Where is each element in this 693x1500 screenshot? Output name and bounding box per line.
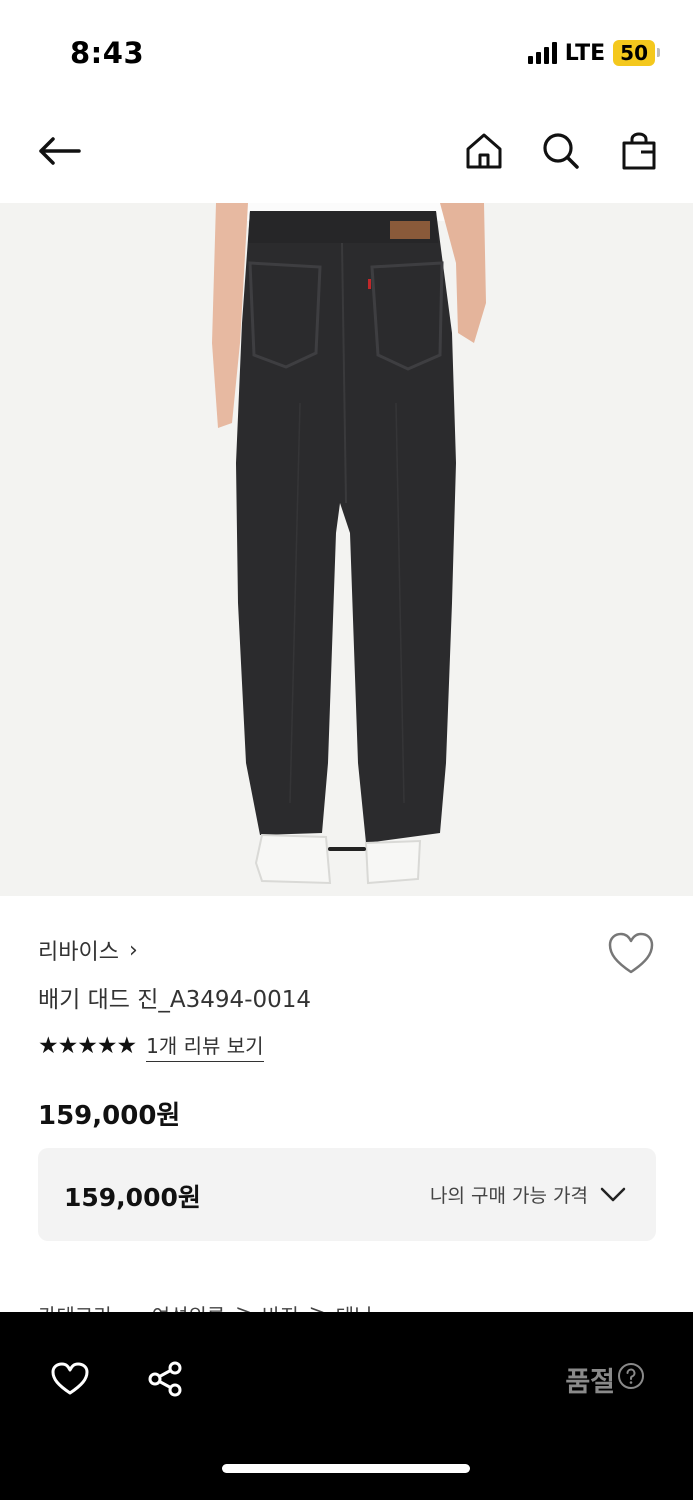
search-icon — [543, 133, 579, 169]
status-time: 8:43 — [70, 36, 145, 70]
bottom-action-bar: 품절 — [0, 1312, 693, 1500]
home-icon — [466, 133, 502, 169]
signal-icon — [527, 42, 557, 64]
home-indicator[interactable] — [222, 1464, 470, 1473]
brand-link[interactable]: 리바이스 › — [38, 934, 138, 966]
shopping-bag-icon — [622, 132, 656, 170]
soldout-label: 품절 — [565, 1367, 615, 1398]
chevron-right-icon: › — [128, 937, 138, 963]
question-circle-icon[interactable] — [617, 1362, 645, 1390]
share-button[interactable] — [140, 1354, 190, 1404]
top-nav-bar — [0, 100, 693, 203]
product-photo — [0, 203, 693, 896]
arrow-left-icon — [39, 137, 81, 165]
search-button[interactable] — [536, 126, 586, 176]
share-icon — [148, 1361, 182, 1397]
status-indicators: LTE 50 — [527, 40, 660, 66]
rating-row: ★★★★★ 1개 리뷰 보기 — [38, 1030, 264, 1062]
battery-icon: 50 — [613, 40, 660, 66]
my-price-dropdown[interactable]: 159,000원 나의 구매 가능 가격 — [38, 1148, 656, 1241]
network-type: LTE — [564, 40, 606, 66]
chevron-down-icon — [600, 1187, 626, 1201]
my-price-label: 나의 구매 가능 가격 — [430, 1185, 588, 1207]
product-price: 159,000원 — [38, 1101, 181, 1131]
wishlist-button[interactable] — [606, 930, 656, 980]
product-image[interactable] — [0, 203, 693, 896]
wishlist-bottom-button[interactable] — [45, 1354, 95, 1404]
brand-name: 리바이스 — [38, 940, 119, 965]
status-bar: 8:43 LTE 50 — [0, 0, 693, 100]
product-name: 배기 대드 진_A3494-0014 — [38, 987, 312, 1013]
star-rating: ★★★★★ — [38, 1033, 137, 1059]
cart-button[interactable] — [614, 126, 664, 176]
carousel-indicator — [328, 847, 366, 851]
heart-outline-icon — [608, 932, 654, 974]
back-button[interactable] — [34, 126, 84, 176]
my-price-toggle[interactable]: 나의 구매 가능 가격 — [430, 1181, 626, 1208]
review-link[interactable]: 1개 리뷰 보기 — [146, 1030, 264, 1062]
home-button[interactable] — [459, 126, 509, 176]
my-price-value: 159,000원 — [64, 1183, 201, 1212]
heart-icon — [51, 1362, 89, 1395]
